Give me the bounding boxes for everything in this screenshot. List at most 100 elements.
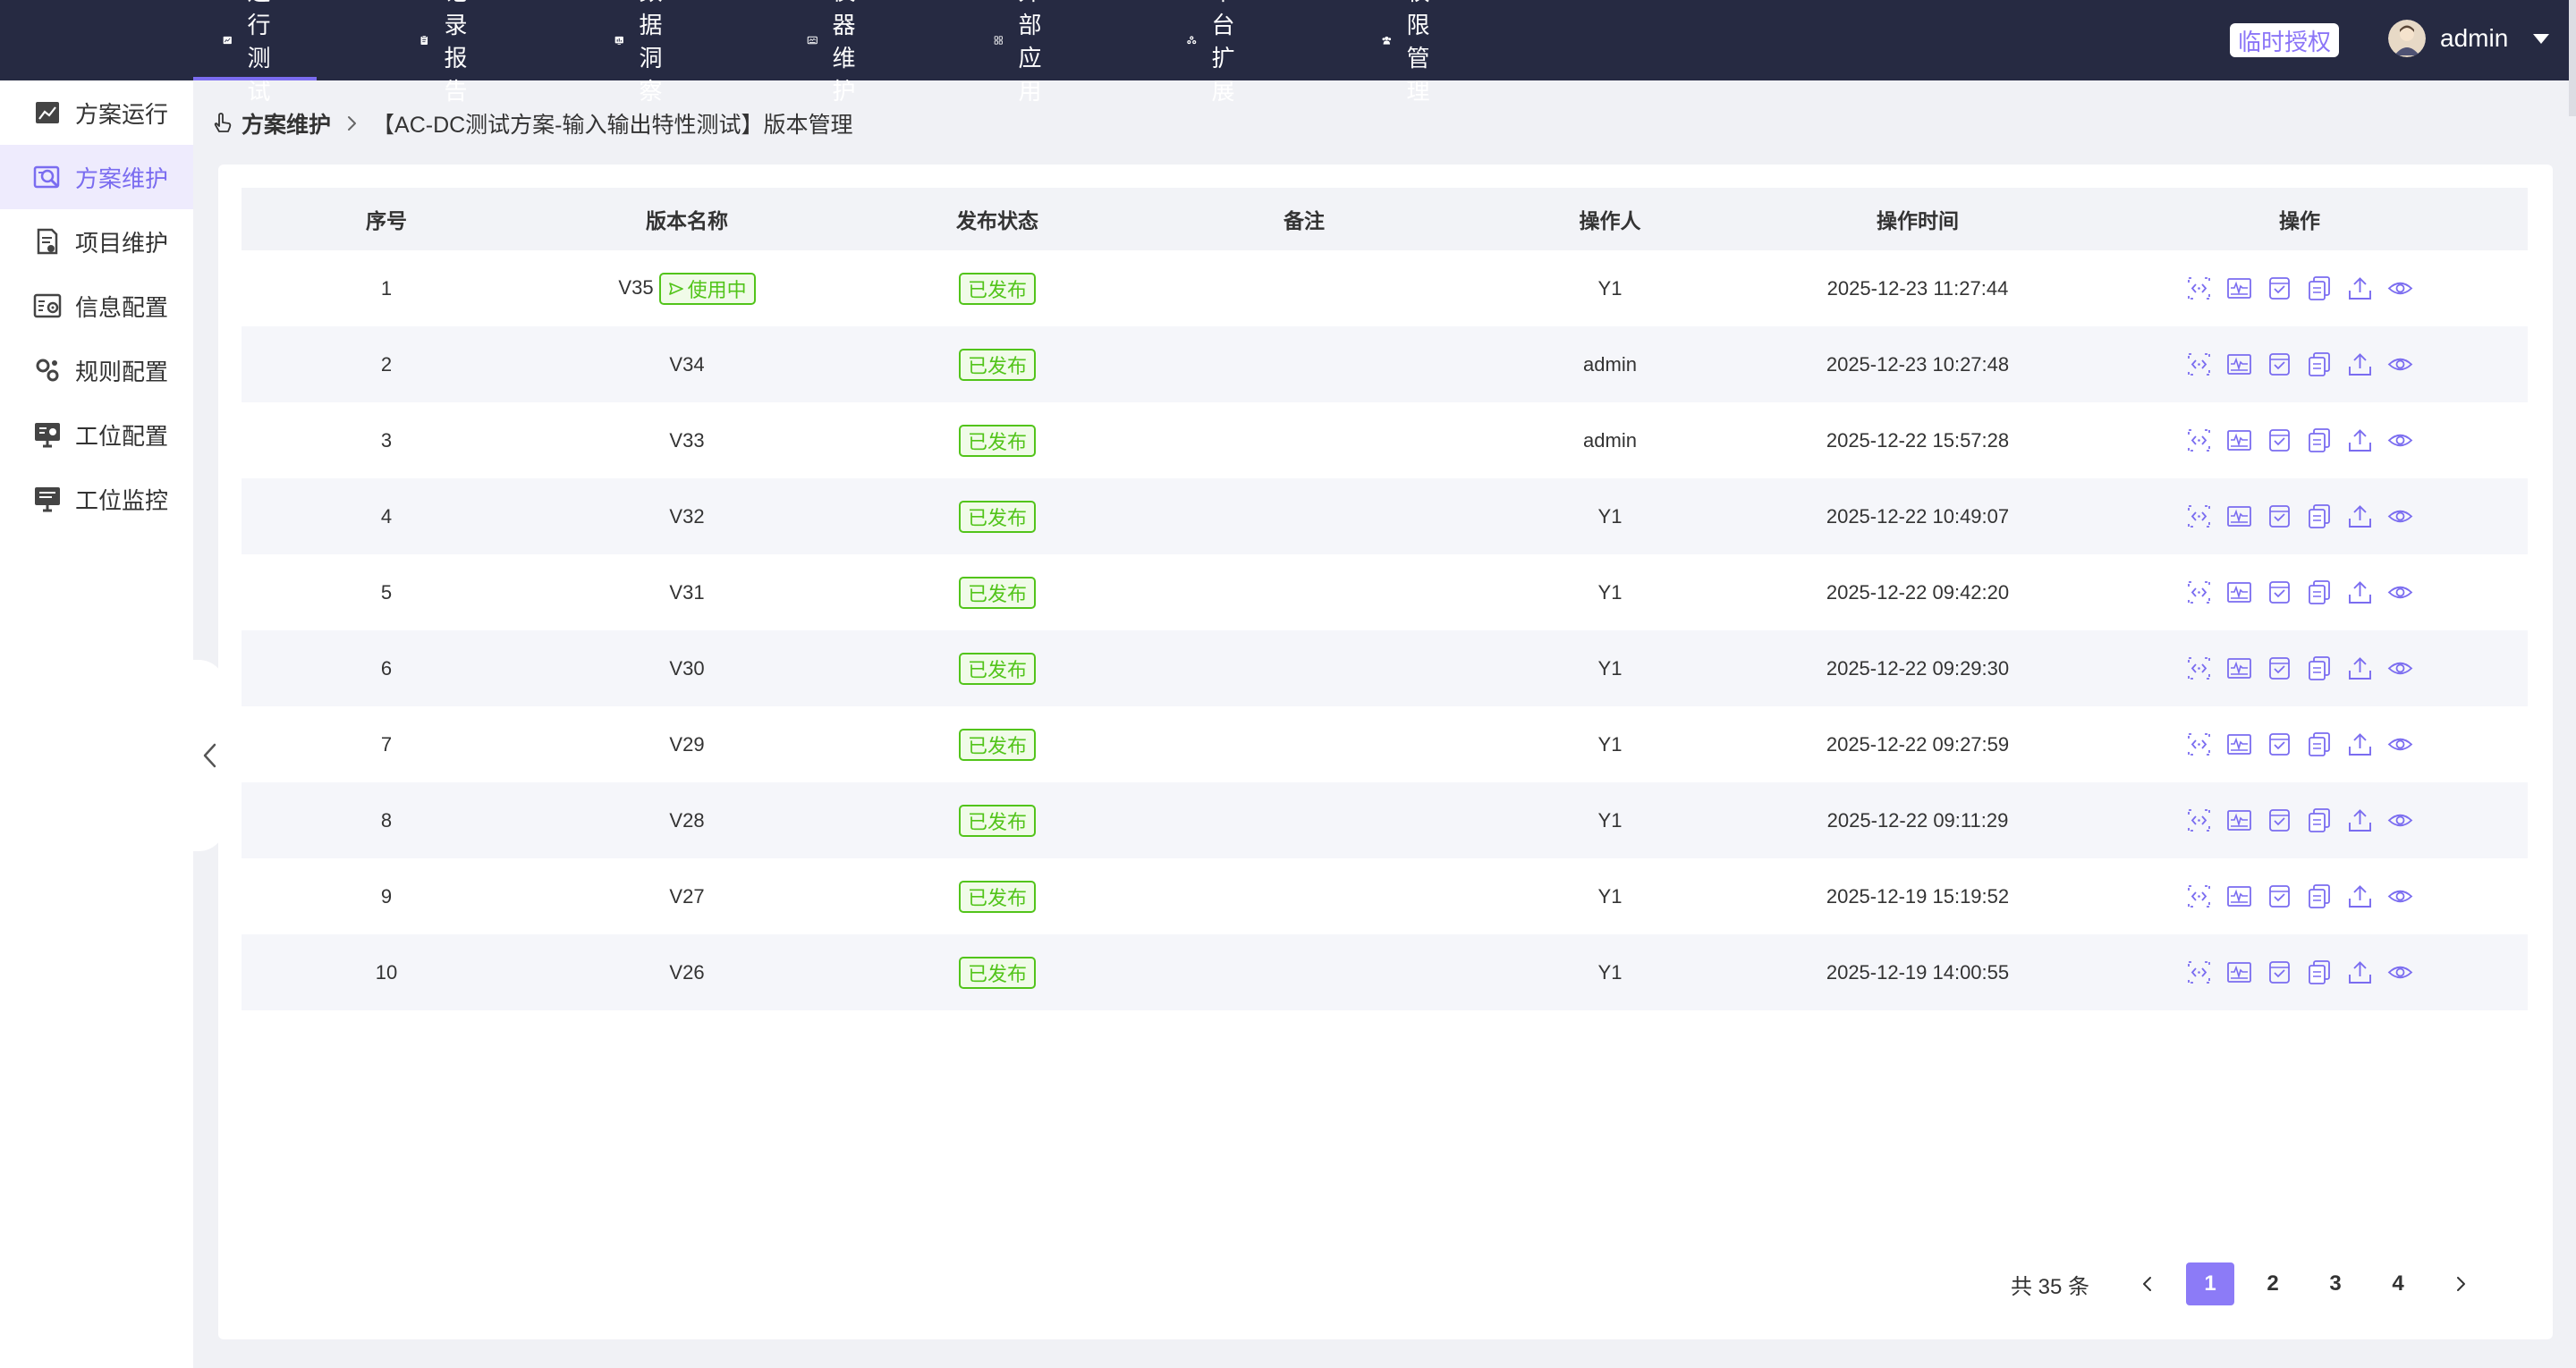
copy-action-button[interactable] xyxy=(2306,578,2334,606)
view-eye-action-button[interactable] xyxy=(2386,882,2414,910)
code-action-button[interactable] xyxy=(2185,350,2213,378)
view-eye-action-button[interactable] xyxy=(2386,350,2414,378)
check-doc-action-button[interactable] xyxy=(2266,806,2293,834)
version-name[interactable]: V31 xyxy=(669,581,704,604)
view-eye-action-button[interactable] xyxy=(2386,654,2414,682)
upload-action-button[interactable] xyxy=(2346,730,2374,758)
check-doc-action-button[interactable] xyxy=(2266,958,2293,986)
copy-icon xyxy=(2309,884,2330,908)
copy-action-button[interactable] xyxy=(2306,654,2334,682)
topnav-item-1[interactable]: 运行测试 xyxy=(193,0,318,105)
topnav-item-2[interactable]: 记录报告 xyxy=(419,0,483,105)
code-action-button[interactable] xyxy=(2185,730,2213,758)
user-menu[interactable]: admin xyxy=(2388,20,2550,57)
waveform-action-button[interactable] xyxy=(2225,882,2253,910)
code-action-button[interactable] xyxy=(2185,578,2213,606)
check-doc-action-button[interactable] xyxy=(2266,730,2293,758)
pagination-next-button[interactable] xyxy=(2436,1262,2485,1305)
view-eye-action-button[interactable] xyxy=(2386,274,2414,302)
code-action-button[interactable] xyxy=(2185,274,2213,302)
code-action-button[interactable] xyxy=(2185,882,2213,910)
sidebar-item-2[interactable]: 方案维护 xyxy=(0,145,193,209)
sidebar-item-3[interactable]: 项目维护 xyxy=(0,209,193,274)
upload-action-button[interactable] xyxy=(2346,350,2374,378)
waveform-icon xyxy=(2227,582,2251,603)
waveform-action-button[interactable] xyxy=(2225,274,2253,302)
copy-action-button[interactable] xyxy=(2306,350,2334,378)
waveform-action-button[interactable] xyxy=(2225,806,2253,834)
waveform-action-button[interactable] xyxy=(2225,730,2253,758)
version-name[interactable]: V30 xyxy=(669,657,704,680)
upload-action-button[interactable] xyxy=(2346,806,2374,834)
sidebar-item-1[interactable]: 方案运行 xyxy=(0,80,193,145)
view-eye-action-button[interactable] xyxy=(2386,730,2414,758)
waveform-action-button[interactable] xyxy=(2225,350,2253,378)
upload-action-button[interactable] xyxy=(2346,426,2374,454)
upload-action-button[interactable] xyxy=(2346,502,2374,530)
version-name[interactable]: V33 xyxy=(669,429,704,452)
sidebar-item-4[interactable]: 信息配置 xyxy=(0,274,193,338)
version-name[interactable]: V28 xyxy=(669,809,704,832)
upload-action-button[interactable] xyxy=(2346,882,2374,910)
waveform-action-button[interactable] xyxy=(2225,958,2253,986)
view-eye-action-button[interactable] xyxy=(2386,958,2414,986)
pagination-page-4[interactable]: 4 xyxy=(2374,1262,2422,1305)
upload-action-button[interactable] xyxy=(2346,274,2374,302)
check-doc-action-button[interactable] xyxy=(2266,578,2293,606)
temporary-license-badge[interactable]: 临时授权 xyxy=(2230,23,2340,57)
copy-action-button[interactable] xyxy=(2306,730,2334,758)
pagination-page-2[interactable]: 2 xyxy=(2249,1262,2297,1305)
copy-action-button[interactable] xyxy=(2306,426,2334,454)
check-doc-action-button[interactable] xyxy=(2266,274,2293,302)
copy-action-button[interactable] xyxy=(2306,806,2334,834)
sidebar-item-7[interactable]: 工位监控 xyxy=(0,467,193,531)
view-eye-action-button[interactable] xyxy=(2386,502,2414,530)
version-name[interactable]: V26 xyxy=(669,961,704,984)
topnav-item-7[interactable]: 权限管理 xyxy=(1381,0,1445,105)
waveform-action-button[interactable] xyxy=(2225,578,2253,606)
version-name[interactable]: V32 xyxy=(669,505,704,528)
topnav-item-3[interactable]: 数据洞察 xyxy=(614,0,678,105)
pagination-page-1[interactable]: 1 xyxy=(2186,1262,2234,1305)
check-doc-action-button[interactable] xyxy=(2266,882,2293,910)
sidebar-item-5[interactable]: 规则配置 xyxy=(0,338,193,402)
copy-action-button[interactable] xyxy=(2306,502,2334,530)
check-doc-action-button[interactable] xyxy=(2266,350,2293,378)
check-doc-action-button[interactable] xyxy=(2266,426,2293,454)
version-name[interactable]: V27 xyxy=(669,885,704,908)
copy-action-button[interactable] xyxy=(2306,274,2334,302)
code-action-button[interactable] xyxy=(2185,654,2213,682)
view-eye-action-button[interactable] xyxy=(2386,426,2414,454)
pagination-page-3[interactable]: 3 xyxy=(2311,1262,2360,1305)
copy-action-button[interactable] xyxy=(2306,882,2334,910)
code-action-button[interactable] xyxy=(2185,502,2213,530)
code-action-button[interactable] xyxy=(2185,426,2213,454)
pagination-prev-button[interactable] xyxy=(2123,1262,2172,1305)
extension-icon xyxy=(1187,36,1197,45)
code-action-button[interactable] xyxy=(2185,958,2213,986)
waveform-action-button[interactable] xyxy=(2225,654,2253,682)
check-doc-action-button[interactable] xyxy=(2266,502,2293,530)
topnav-item-4[interactable]: 仪器维护 xyxy=(807,0,871,105)
waveform-action-button[interactable] xyxy=(2225,502,2253,530)
sidebar-item-6[interactable]: 工位配置 xyxy=(0,402,193,467)
copy-action-button[interactable] xyxy=(2306,958,2334,986)
chevron-down-icon[interactable] xyxy=(2533,33,2550,44)
code-action-button[interactable] xyxy=(2185,806,2213,834)
topnav-item-6[interactable]: 平台扩展 xyxy=(1186,0,1250,105)
version-name[interactable]: V29 xyxy=(669,733,704,756)
upload-action-button[interactable] xyxy=(2346,654,2374,682)
version-name[interactable]: V34 xyxy=(669,353,704,376)
view-eye-action-button[interactable] xyxy=(2386,806,2414,834)
upload-action-button[interactable] xyxy=(2346,958,2374,986)
table-row: 4 V32 已发布 Y1 2025-12-22 10:49:07 xyxy=(242,478,2528,554)
waveform-action-button[interactable] xyxy=(2225,426,2253,454)
window-scrollbar[interactable] xyxy=(2569,0,2576,116)
check-doc-action-button[interactable] xyxy=(2266,654,2293,682)
check-doc-icon xyxy=(2269,581,2290,604)
topnav-item-5[interactable]: 外部应用 xyxy=(993,0,1057,105)
view-eye-action-button[interactable] xyxy=(2386,578,2414,606)
breadcrumb-root[interactable]: 方案维护 xyxy=(242,107,331,139)
upload-action-button[interactable] xyxy=(2346,578,2374,606)
version-name[interactable]: V35 xyxy=(618,275,653,298)
